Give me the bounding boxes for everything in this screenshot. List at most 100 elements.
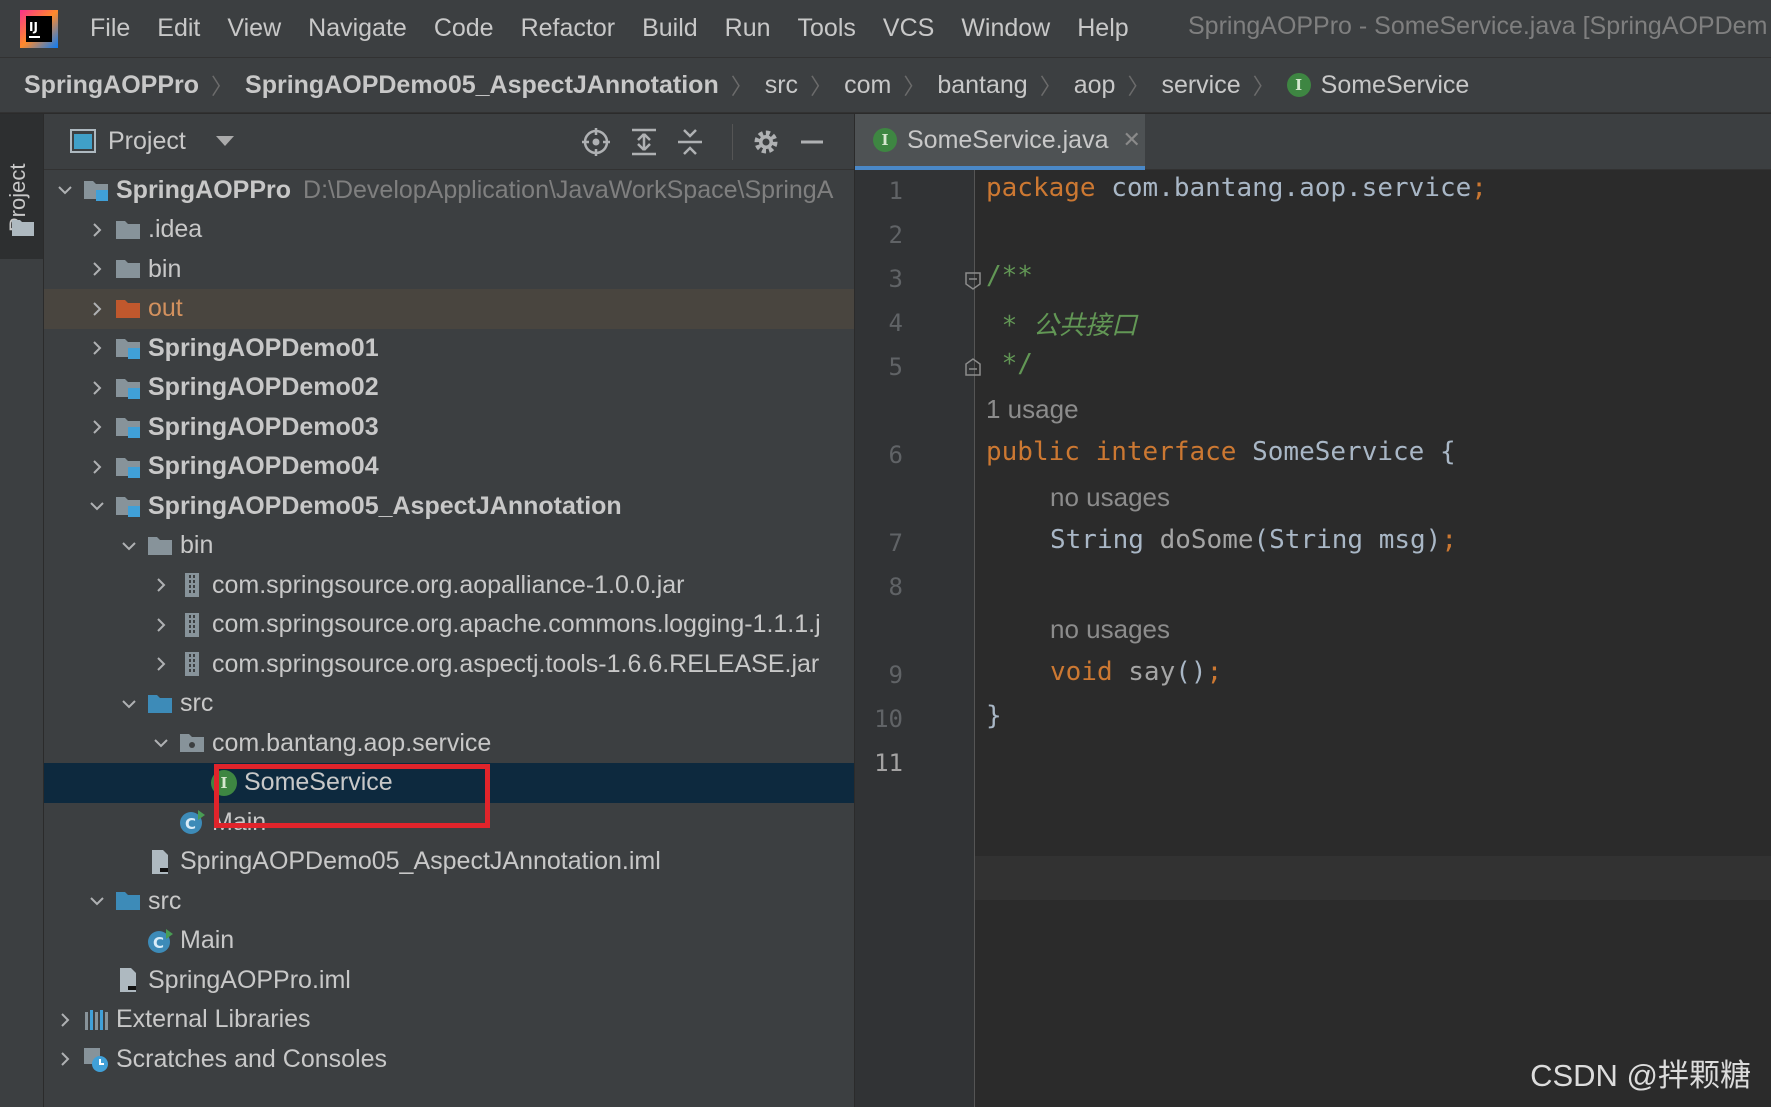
chevron-down-icon[interactable] [216, 136, 234, 146]
tree-item-jar-aopalliance[interactable]: com.springsource.org.aopalliance-1.0.0.j… [44, 565, 854, 605]
chevron-right-icon[interactable] [86, 289, 108, 329]
breadcrumb-src[interactable]: src [765, 71, 798, 100]
chevron-right-icon[interactable] [150, 565, 172, 605]
tree-item-springaoppro-iml[interactable]: SpringAOPPro.iml [44, 960, 854, 1000]
menu-help[interactable]: Help [1077, 14, 1128, 43]
breadcrumb-service[interactable]: service [1161, 71, 1240, 100]
chevron-right-icon[interactable] [86, 328, 108, 368]
chevron-right-icon[interactable] [86, 210, 108, 250]
breadcrumb-aop[interactable]: aop [1074, 71, 1116, 100]
line-number: 8 [888, 573, 903, 601]
tree-item-scratches-and-consoles[interactable]: Scratches and Consoles [44, 1039, 854, 1079]
tree-item-idea[interactable]: .idea [44, 210, 854, 250]
tree-item-demo04[interactable]: SpringAOPDemo04 [44, 447, 854, 487]
tree-item-jar-aspectj-tools[interactable]: com.springsource.org.aspectj.tools-1.6.6… [44, 644, 854, 684]
tree-item-bin[interactable]: bin [44, 249, 854, 289]
code-line-1[interactable]: package com.bantang.aop.service; [986, 173, 1487, 203]
code-line-7[interactable]: String doSome(String msg); [1050, 525, 1457, 555]
tree-root-springaoppro[interactable]: SpringAOPPro D:\DevelopApplication\JavaWo… [44, 170, 854, 210]
breadcrumb-com[interactable]: com [844, 71, 891, 100]
usage-hint[interactable]: no usages [1050, 482, 1170, 513]
folder-icon [12, 220, 34, 236]
chevron-down-icon[interactable] [118, 526, 140, 566]
breadcrumb-separator-icon: 〉 [1252, 74, 1275, 99]
watermark: CSDN @拌颗糖 [1530, 1058, 1751, 1093]
menu-code[interactable]: Code [434, 14, 494, 43]
tree-item-demo03[interactable]: SpringAOPDemo03 [44, 407, 854, 447]
chevron-right-icon[interactable] [86, 368, 108, 408]
code-line-5[interactable]: */ [986, 349, 1033, 379]
chevron-down-icon[interactable] [54, 170, 76, 210]
tree-item-main[interactable]: C Main [44, 921, 854, 961]
menu-run[interactable]: Run [725, 14, 771, 43]
code-line-6[interactable]: public interface SomeService { [986, 437, 1456, 467]
jar-icon [178, 650, 206, 678]
breadcrumb-module[interactable]: SpringAOPDemo05_AspectJAnnotation [245, 71, 719, 100]
menu-window[interactable]: Window [961, 14, 1050, 43]
interface-icon: I [873, 128, 897, 152]
menu-vcs[interactable]: VCS [883, 14, 934, 43]
tree-item-demo01[interactable]: SpringAOPDemo01 [44, 328, 854, 368]
menu-tools[interactable]: Tools [798, 14, 856, 43]
code-line-4[interactable]: * 公共接口 [986, 305, 1137, 342]
tree-item-label: SpringAOPDemo01 [148, 333, 379, 362]
folder-icon [146, 532, 174, 560]
breadcrumb-separator-icon: 〉 [810, 74, 833, 99]
intellij-logo-icon: IJ [20, 9, 58, 48]
close-icon[interactable]: ✕ [1122, 127, 1140, 153]
folder-icon [114, 255, 142, 283]
keyword: package [986, 173, 1096, 203]
code-line-10[interactable]: } [986, 701, 1002, 731]
tree-item-label: Main [180, 926, 235, 954]
tree-item-label: SpringAOPDemo03 [148, 412, 379, 441]
breadcrumb-file[interactable]: I SomeService [1286, 71, 1469, 100]
tree-item-jar-commons-logging[interactable]: com.springsource.org.apache.commons.logg… [44, 605, 854, 645]
tree-item-demo02[interactable]: SpringAOPDemo02 [44, 368, 854, 408]
line-number: 4 [888, 309, 903, 337]
fold-icon[interactable] [965, 272, 981, 290]
tree-item-demo05-src[interactable]: src [44, 684, 854, 724]
menu-refactor[interactable]: Refactor [521, 14, 615, 43]
locate-icon[interactable] [580, 126, 612, 158]
collapse-all-icon[interactable] [674, 126, 706, 158]
tree-item-package[interactable]: com.bantang.aop.service [44, 723, 854, 763]
project-panel-title[interactable]: Project [108, 127, 186, 156]
menu-view[interactable]: View [227, 14, 281, 43]
tree-item-out[interactable]: out [44, 288, 854, 329]
code-line-3[interactable]: /** [986, 261, 1033, 291]
gutter-separator [974, 170, 975, 1107]
code-line-9[interactable]: void say(); [1050, 657, 1222, 687]
tree-item-src[interactable]: src [44, 881, 854, 921]
chevron-right-icon[interactable] [86, 447, 108, 487]
menu-edit[interactable]: Edit [157, 14, 200, 43]
tab-someservice-java[interactable]: I SomeService.java ✕ [855, 114, 1145, 170]
chevron-down-icon[interactable] [86, 486, 108, 526]
tree-item-external-libraries[interactable]: External Libraries [44, 1000, 854, 1040]
fold-icon[interactable] [965, 358, 981, 376]
chevron-down-icon[interactable] [86, 881, 108, 921]
chevron-right-icon[interactable] [54, 1000, 76, 1040]
tree-item-demo05-iml[interactable]: SpringAOPDemo05_AspectJAnnotation.iml [44, 842, 854, 882]
menu-build[interactable]: Build [642, 14, 698, 43]
chevron-right-icon[interactable] [150, 605, 172, 645]
chevron-right-icon[interactable] [86, 249, 108, 289]
breadcrumb-project[interactable]: SpringAOPPro [24, 71, 199, 100]
tree-item-demo05-bin[interactable]: bin [44, 526, 854, 566]
project-tool-window-button[interactable]: Project [0, 114, 43, 259]
module-icon [82, 176, 110, 204]
breadcrumb-bantang[interactable]: bantang [937, 71, 1027, 100]
chevron-right-icon[interactable] [86, 407, 108, 447]
semicolon: ; [1471, 173, 1487, 203]
menu-navigate[interactable]: Navigate [308, 14, 407, 43]
minimize-icon[interactable] [796, 126, 828, 158]
chevron-right-icon[interactable] [54, 1039, 76, 1079]
gear-icon[interactable] [750, 126, 782, 158]
expand-all-icon[interactable] [628, 126, 660, 158]
chevron-down-icon[interactable] [118, 684, 140, 724]
tree-item-demo05[interactable]: SpringAOPDemo05_AspectJAnnotation [44, 486, 854, 526]
menu-file[interactable]: File [90, 14, 130, 43]
chevron-right-icon[interactable] [150, 644, 172, 684]
usage-hint[interactable]: no usages [1050, 614, 1170, 645]
chevron-down-icon[interactable] [150, 723, 172, 763]
usage-hint[interactable]: 1 usage [986, 394, 1079, 425]
